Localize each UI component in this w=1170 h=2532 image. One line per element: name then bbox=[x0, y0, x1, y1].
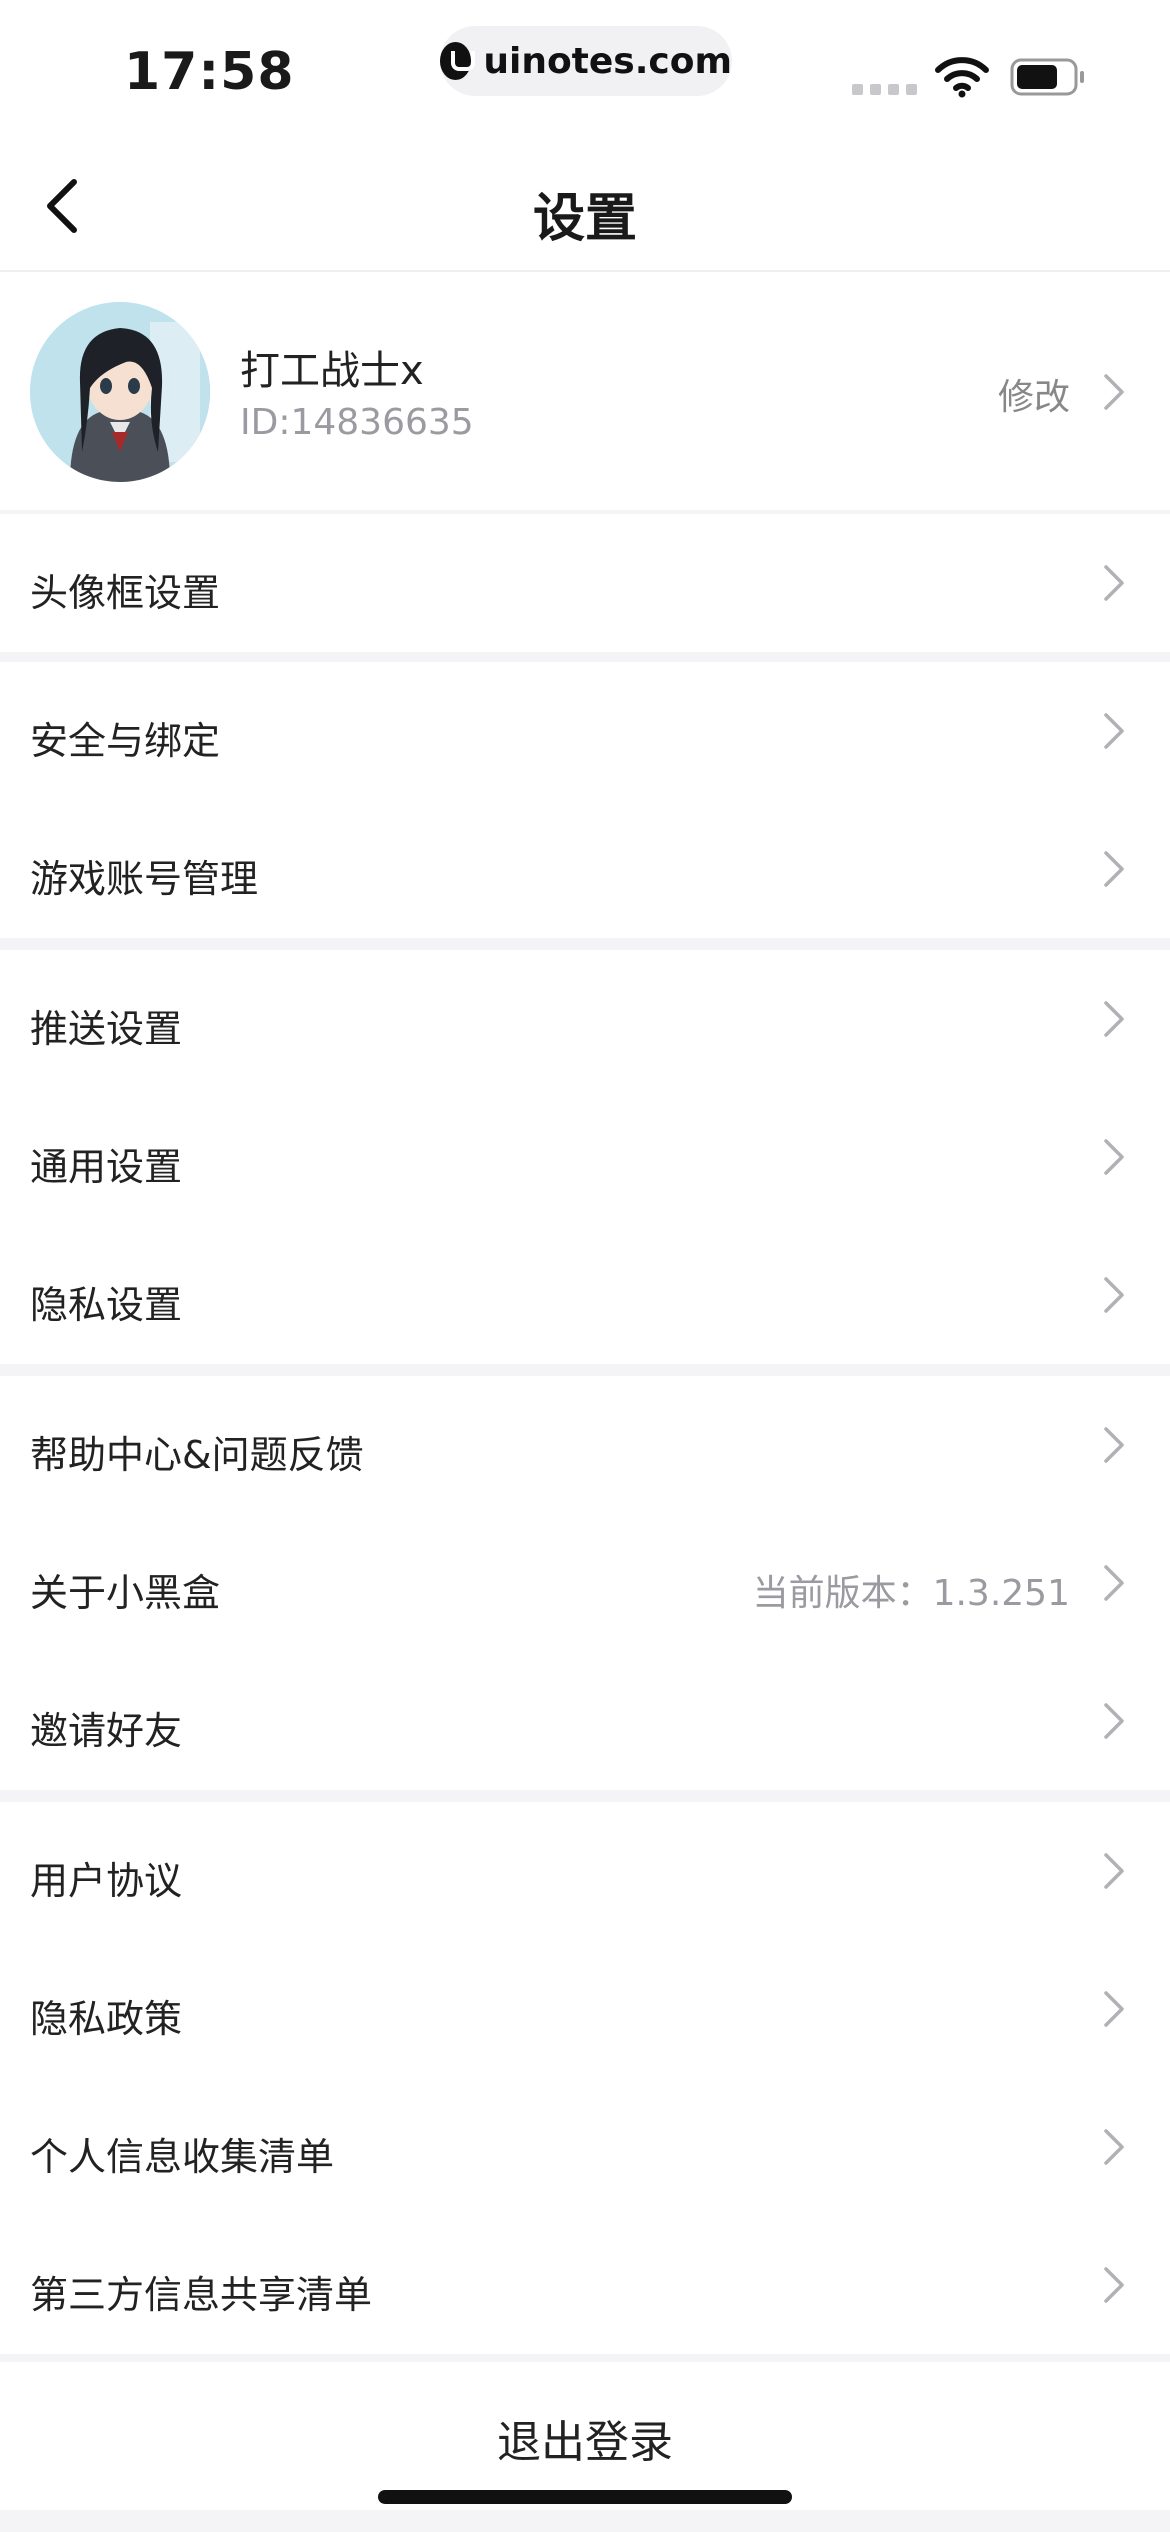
row-label: 隐私设置 bbox=[30, 1283, 183, 1327]
logout-button[interactable]: 退出登录 bbox=[0, 2362, 1170, 2510]
row-privacy-policy[interactable]: 隐私政策 bbox=[0, 1940, 1170, 2078]
avatar[interactable] bbox=[30, 302, 210, 482]
row-privacy-settings[interactable]: 隐私设置 bbox=[0, 1226, 1170, 1364]
home-indicator bbox=[378, 2490, 792, 2504]
chevron-right-icon bbox=[1102, 563, 1126, 603]
chevron-right-icon bbox=[1102, 1701, 1126, 1741]
row-label: 推送设置 bbox=[30, 1007, 183, 1051]
row-label: 邀请好友 bbox=[30, 1709, 183, 1753]
cellular-signal-icon bbox=[852, 84, 917, 95]
user-id: ID:14836635 bbox=[240, 402, 474, 443]
url-text: uinotes.com bbox=[483, 40, 732, 82]
status-bar: 17:58 uinotes.com bbox=[0, 0, 1170, 136]
row-game-account-management[interactable]: 游戏账号管理 bbox=[0, 800, 1170, 938]
row-label: 头像框设置 bbox=[30, 571, 221, 615]
chevron-right-icon bbox=[1102, 711, 1126, 751]
chevron-right-icon bbox=[1102, 849, 1126, 889]
chevron-right-icon bbox=[1102, 2265, 1126, 2305]
row-user-agreement[interactable]: 用户协议 bbox=[0, 1802, 1170, 1940]
page-title: 设置 bbox=[532, 189, 637, 249]
chevron-right-icon bbox=[1102, 2127, 1126, 2167]
chevron-right-icon bbox=[1102, 372, 1126, 412]
row-label: 个人信息收集清单 bbox=[30, 2135, 335, 2179]
navigation-bar: 设置 bbox=[0, 136, 1170, 272]
chevron-right-icon bbox=[1102, 1425, 1126, 1465]
status-time: 17:58 bbox=[124, 42, 295, 102]
profile-card[interactable]: 打工战士x ID:14836635 修改 bbox=[0, 272, 1170, 510]
row-label: 帮助中心&问题反馈 bbox=[30, 1433, 364, 1477]
chevron-right-icon bbox=[1102, 1851, 1126, 1891]
chevron-right-icon bbox=[1102, 999, 1126, 1039]
row-label: 通用设置 bbox=[30, 1145, 183, 1189]
logout-label: 退出登录 bbox=[497, 2417, 673, 2468]
version-label: 当前版本：1.3.251 bbox=[752, 1573, 1070, 1614]
edit-profile-label: 修改 bbox=[997, 377, 1070, 418]
row-help-feedback[interactable]: 帮助中心&问题反馈 bbox=[0, 1376, 1170, 1514]
row-security-binding[interactable]: 安全与绑定 bbox=[0, 662, 1170, 800]
battery-icon bbox=[1010, 58, 1084, 96]
row-about[interactable]: 关于小黑盒 当前版本：1.3.251 bbox=[0, 1514, 1170, 1652]
settings-page: 17:58 uinotes.com 设置 打工战士x ID:14836635 修… bbox=[0, 0, 1170, 2532]
row-avatar-frame-settings[interactable]: 头像框设置 bbox=[0, 514, 1170, 652]
row-label: 用户协议 bbox=[30, 1859, 183, 1903]
row-label: 游戏账号管理 bbox=[30, 857, 259, 901]
row-label: 隐私政策 bbox=[30, 1997, 183, 2041]
row-third-party-sharing-list[interactable]: 第三方信息共享清单 bbox=[0, 2216, 1170, 2354]
chevron-right-icon bbox=[1102, 1275, 1126, 1315]
row-label: 第三方信息共享清单 bbox=[30, 2273, 373, 2317]
url-pill[interactable]: uinotes.com bbox=[440, 26, 732, 96]
row-push-settings[interactable]: 推送设置 bbox=[0, 950, 1170, 1088]
chevron-right-icon bbox=[1102, 1989, 1126, 2029]
chevron-right-icon bbox=[1102, 1563, 1126, 1603]
row-label: 关于小黑盒 bbox=[30, 1571, 221, 1615]
wifi-icon bbox=[935, 57, 989, 98]
row-general-settings[interactable]: 通用设置 bbox=[0, 1088, 1170, 1226]
row-personal-info-list[interactable]: 个人信息收集清单 bbox=[0, 2078, 1170, 2216]
site-logo-icon bbox=[440, 42, 476, 80]
chevron-right-icon bbox=[1102, 1137, 1126, 1177]
username: 打工战士x bbox=[240, 348, 424, 394]
row-label: 安全与绑定 bbox=[30, 719, 221, 763]
row-invite-friends[interactable]: 邀请好友 bbox=[0, 1652, 1170, 1790]
